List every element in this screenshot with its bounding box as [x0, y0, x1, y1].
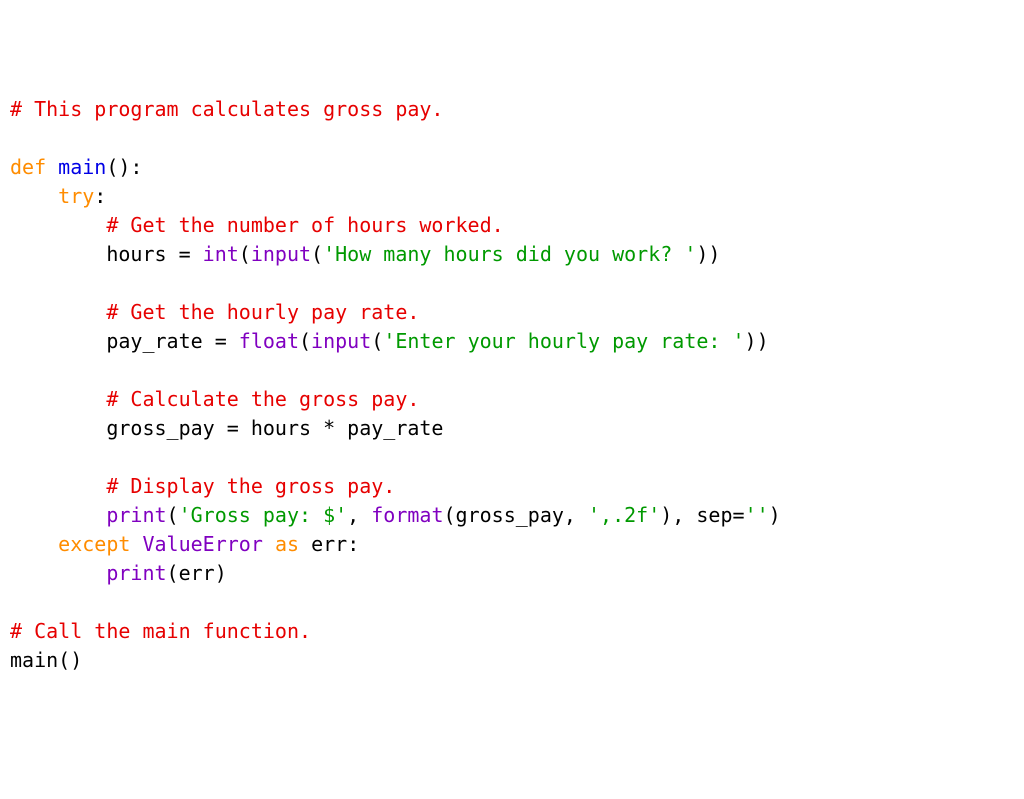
code-line: # Calculate the gross pay.	[10, 387, 419, 411]
code-token: (	[299, 329, 311, 353]
code-line: gross_pay = hours * pay_rate	[10, 416, 443, 440]
code-line: except ValueError as err:	[10, 532, 359, 556]
code-line: hours = int(input('How many hours did yo…	[10, 242, 720, 266]
code-token	[130, 532, 142, 556]
code-token: except	[58, 532, 130, 556]
code-token: ():	[106, 155, 142, 179]
code-token: float	[239, 329, 299, 353]
code-token	[10, 300, 106, 324]
code-token: # Get the hourly pay rate.	[106, 300, 419, 324]
code-token: # Call the main function.	[10, 619, 311, 643]
code-token: (	[167, 503, 179, 527]
code-line: # Get the number of hours worked.	[10, 213, 504, 237]
code-token: input	[251, 242, 311, 266]
code-line: pay_rate = float(input('Enter your hourl…	[10, 329, 769, 353]
code-block: # This program calculates gross pay. def…	[10, 95, 1014, 675]
code-token: 'Gross pay: $'	[179, 503, 348, 527]
code-token: main	[58, 155, 106, 179]
code-token: :	[94, 184, 106, 208]
code-token: (	[239, 242, 251, 266]
code-token: ))	[745, 329, 769, 353]
code-token: def	[10, 155, 46, 179]
code-token: # This program calculates gross pay.	[10, 97, 443, 121]
code-token: (gross_pay,	[444, 503, 589, 527]
code-token: input	[311, 329, 371, 353]
code-token	[10, 387, 106, 411]
code-token: (err)	[167, 561, 227, 585]
code-token	[263, 532, 275, 556]
code-token: err:	[299, 532, 359, 556]
code-line: # Get the hourly pay rate.	[10, 300, 419, 324]
code-token: gross_pay = hours * pay_rate	[10, 416, 443, 440]
code-token: )	[769, 503, 781, 527]
code-token: # Display the gross pay.	[106, 474, 395, 498]
code-token: hours =	[10, 242, 203, 266]
code-token	[10, 503, 106, 527]
code-line: # Call the main function.	[10, 619, 311, 643]
code-line: main()	[10, 648, 82, 672]
code-line: try:	[10, 184, 106, 208]
code-token	[10, 184, 58, 208]
code-token: ValueError	[142, 532, 262, 556]
code-token: as	[275, 532, 299, 556]
code-token: 'Enter your hourly pay rate: '	[383, 329, 744, 353]
code-token: pay_rate =	[10, 329, 239, 353]
code-token: format	[371, 503, 443, 527]
code-token: (	[311, 242, 323, 266]
code-token: ''	[745, 503, 769, 527]
code-line: def main():	[10, 155, 142, 179]
code-token	[10, 532, 58, 556]
code-token: int	[203, 242, 239, 266]
code-token: print	[106, 503, 166, 527]
code-token: main()	[10, 648, 82, 672]
code-token	[10, 474, 106, 498]
code-token: ), sep=	[660, 503, 744, 527]
code-token: # Calculate the gross pay.	[106, 387, 419, 411]
code-token: (	[371, 329, 383, 353]
code-line: # This program calculates gross pay.	[10, 97, 443, 121]
code-token	[10, 213, 106, 237]
code-token: ,	[347, 503, 371, 527]
code-token: ))	[696, 242, 720, 266]
code-token: print	[106, 561, 166, 585]
code-token: 'How many hours did you work? '	[323, 242, 696, 266]
code-token: ',.2f'	[588, 503, 660, 527]
code-token	[10, 561, 106, 585]
code-token: # Get the number of hours worked.	[106, 213, 503, 237]
code-token	[46, 155, 58, 179]
code-line: print('Gross pay: $', format(gross_pay, …	[10, 503, 781, 527]
code-token: try	[58, 184, 94, 208]
code-line: # Display the gross pay.	[10, 474, 395, 498]
code-line: print(err)	[10, 561, 227, 585]
